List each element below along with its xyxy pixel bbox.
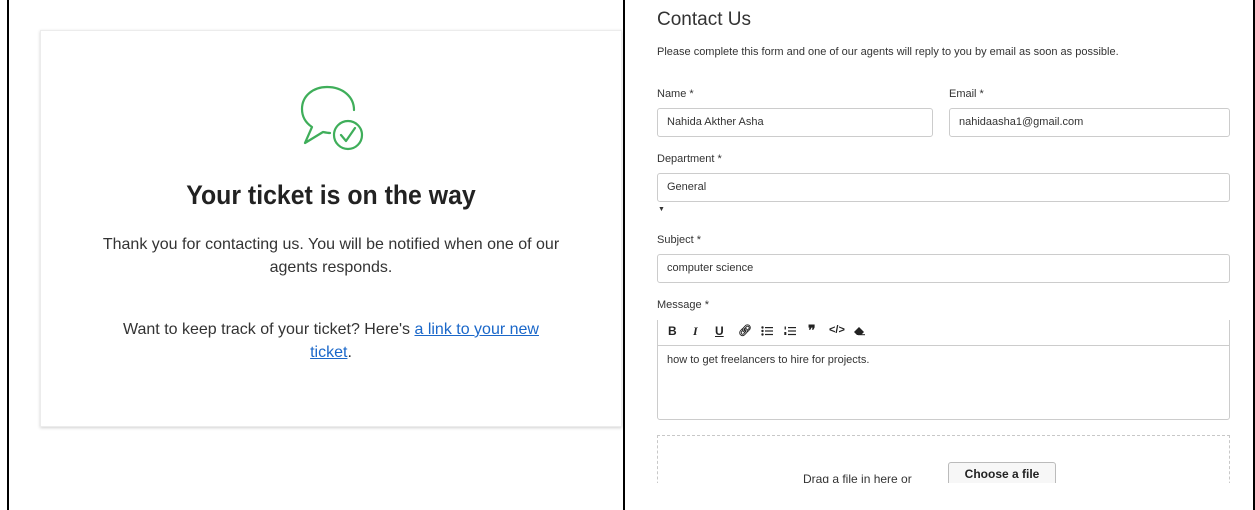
department-select[interactable]: General [657,173,1230,202]
underline-button[interactable]: U [715,324,724,338]
subject-label: Subject * [657,234,702,246]
code-icon[interactable]: </> [829,324,845,336]
form-title: Contact Us [657,9,751,30]
email-label: Email * [949,88,984,100]
form-description: Please complete this form and one of our… [657,46,1119,58]
link-icon[interactable]: 🔗︎ [738,324,752,337]
subject-field[interactable]: computer science [657,254,1230,283]
panel-divider [623,0,625,510]
dropdown-arrow-icon[interactable]: ▼ [658,206,665,213]
confirmation-title: Your ticket is on the way [186,180,476,210]
screenshot-frame: Your ticket is on the way Thank you for … [0,0,1255,510]
editor-toolbar: B I U 🔗︎ ❞ </> [657,320,1230,345]
department-label: Department * [657,153,722,165]
message-label: Message * [657,299,709,311]
message-textarea[interactable]: how to get freelancers to hire for proje… [657,345,1230,420]
name-field[interactable]: Nahida Akther Asha [657,108,933,137]
bold-button[interactable]: B [668,324,677,338]
numbered-list-icon[interactable] [784,326,796,336]
chat-bubble-check-icon [300,85,364,151]
viewport-clip [625,483,1253,510]
confirmation-message: Thank you for contacting us. You will be… [102,236,560,276]
frame-border-left [7,0,9,510]
email-field[interactable]: nahidaasha1@gmail.com [949,108,1230,137]
italic-button[interactable]: I [693,324,698,339]
track-prefix: Want to keep track of your ticket? Here'… [123,321,415,338]
name-label: Name * [657,88,694,100]
track-suffix: . [347,344,352,361]
quote-icon[interactable]: ❞ [808,322,816,339]
eraser-icon[interactable] [853,326,865,336]
bullet-list-icon[interactable] [761,326,773,336]
track-ticket-text: Want to keep track of your ticket? Here'… [100,318,562,364]
